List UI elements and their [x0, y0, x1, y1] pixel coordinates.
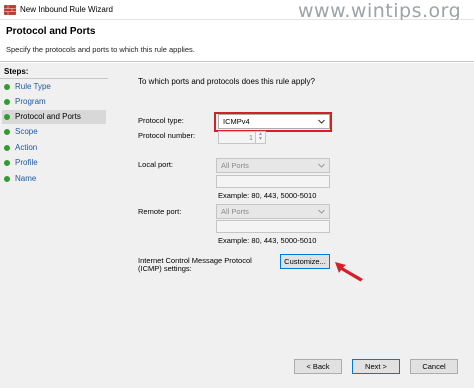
- step-status-icon: [4, 84, 10, 90]
- step-label: Profile: [15, 158, 38, 167]
- steps-title: Steps:: [4, 67, 29, 76]
- chevron-down-icon: [318, 163, 325, 168]
- highlight-box: [214, 112, 332, 132]
- chevron-down-icon: [318, 209, 325, 214]
- step-label: Action: [15, 143, 38, 152]
- remote-port-label: Remote port:: [138, 207, 182, 216]
- firewall-icon: [4, 5, 16, 15]
- window-title: New Inbound Rule Wizard: [20, 5, 113, 14]
- page-subtitle: Specify the protocols and ports to which…: [6, 45, 195, 54]
- protocol-type-label: Protocol type:: [138, 116, 184, 125]
- local-port-select[interactable]: All Ports: [216, 158, 330, 173]
- step-status-icon: [4, 114, 10, 120]
- remote-port-select[interactable]: All Ports: [216, 204, 330, 219]
- customize-button[interactable]: Customize...: [280, 254, 330, 269]
- protocol-number-stepper[interactable]: 1 ▲ ▼: [218, 131, 266, 144]
- step-protocol-and-ports[interactable]: Protocol and Ports: [2, 110, 106, 124]
- steps-pane: Steps: Rule Type Program Protocol and Po…: [0, 63, 108, 388]
- local-port-value: All Ports: [221, 161, 249, 170]
- step-scope[interactable]: Scope: [2, 125, 106, 139]
- remote-port-example: Example: 80, 443, 5000-5010: [218, 236, 317, 245]
- step-rule-type[interactable]: Rule Type: [2, 80, 106, 94]
- step-status-icon: [4, 176, 10, 182]
- step-label: Scope: [15, 127, 38, 136]
- title-bar: New Inbound Rule Wizard www.wintips.org: [0, 0, 474, 22]
- watermark: www.wintips.org: [298, 0, 462, 22]
- step-program[interactable]: Program: [2, 95, 106, 109]
- step-label: Program: [15, 97, 46, 106]
- spin-arrows-icon[interactable]: ▲ ▼: [255, 132, 265, 143]
- page-title: Protocol and Ports: [6, 26, 96, 37]
- local-port-label: Local port:: [138, 160, 174, 169]
- step-label: Name: [15, 174, 37, 183]
- wizard-header: Protocol and Ports Specify the protocols…: [0, 20, 474, 62]
- step-status-icon: [4, 99, 10, 105]
- protocol-number-label: Protocol number:: [138, 131, 196, 140]
- divider: [0, 78, 108, 79]
- step-profile[interactable]: Profile: [2, 156, 106, 170]
- icmp-settings-label-line2: (ICMP) settings:: [138, 264, 192, 273]
- main-panel: To which ports and protocols does this r…: [108, 63, 474, 388]
- step-action[interactable]: Action: [2, 141, 106, 155]
- local-port-example: Example: 80, 443, 5000-5010: [218, 191, 317, 200]
- local-port-input[interactable]: [216, 175, 330, 188]
- question-text: To which ports and protocols does this r…: [138, 77, 315, 86]
- red-arrow-icon: [335, 262, 363, 282]
- step-label: Rule Type: [15, 82, 51, 91]
- protocol-number-value: 1: [248, 133, 253, 142]
- remote-port-value: All Ports: [221, 207, 249, 216]
- step-label: Protocol and Ports: [15, 112, 81, 121]
- step-status-icon: [4, 160, 10, 166]
- wizard-body: Steps: Rule Type Program Protocol and Po…: [0, 63, 474, 388]
- cancel-button[interactable]: Cancel: [410, 359, 458, 374]
- step-status-icon: [4, 129, 10, 135]
- step-name[interactable]: Name: [2, 172, 106, 186]
- remote-port-input[interactable]: [216, 220, 330, 233]
- next-button[interactable]: Next >: [352, 359, 400, 374]
- back-button[interactable]: < Back: [294, 359, 342, 374]
- step-status-icon: [4, 145, 10, 151]
